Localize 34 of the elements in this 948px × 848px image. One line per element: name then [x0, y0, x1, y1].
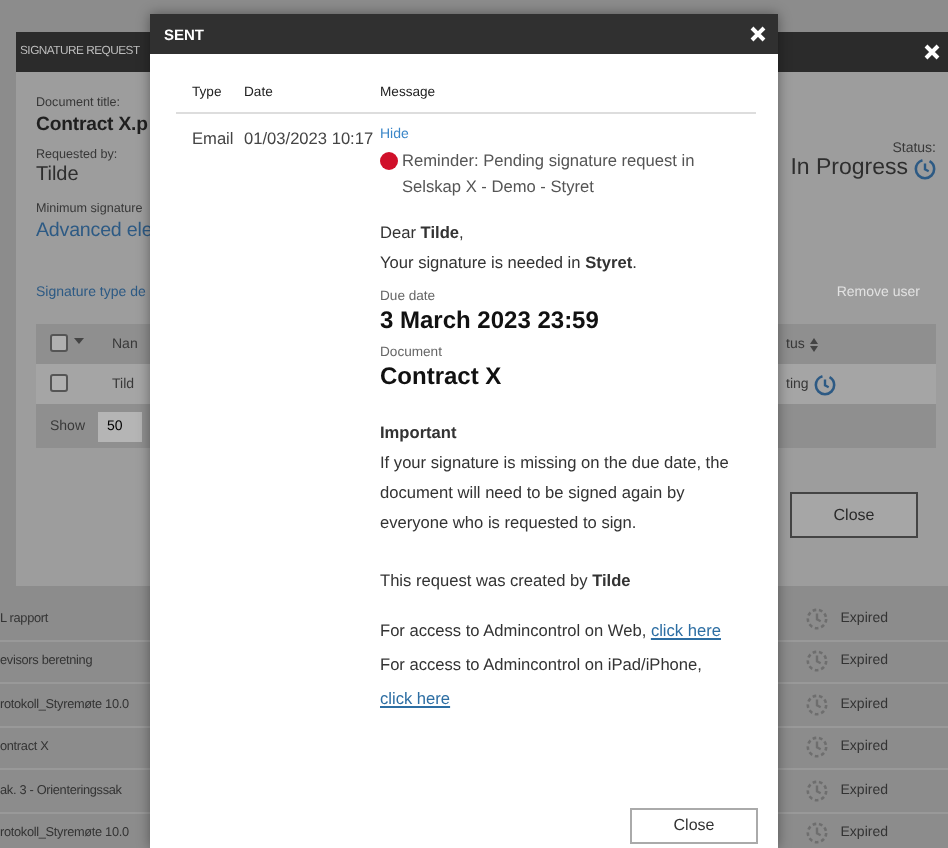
checkbox[interactable]: [50, 333, 68, 351]
expired-icon: [806, 693, 829, 716]
document-title: Contract X.p: [36, 114, 150, 136]
field-value: Contract X: [380, 362, 504, 390]
table-cell-text: 01/03/2023 10:17: [244, 128, 376, 152]
progress-icon: [914, 157, 936, 179]
message-text: For access to Admincontrol on iPad/iPhone, click here: [380, 652, 704, 712]
expired-icon: [806, 650, 829, 673]
status-text: In Progress: [790, 156, 908, 180]
checkbox[interactable]: [50, 373, 68, 391]
close-icon[interactable]: [750, 26, 766, 42]
expired-icon: [806, 779, 829, 802]
progress-icon: [814, 373, 837, 395]
expired-icon: [806, 607, 829, 630]
close-button[interactable]: Close: [630, 808, 758, 844]
link[interactable]: click here: [380, 688, 451, 708]
requester-name: Tilde: [36, 164, 81, 186]
close-icon[interactable]: [924, 44, 940, 60]
field-value: 3 March 2023 23:59: [380, 306, 601, 334]
link[interactable]: click here: [650, 620, 721, 640]
caret-icon[interactable]: [74, 338, 84, 346]
sort-icon[interactable]: [810, 337, 819, 351]
expired-icon: [806, 822, 829, 845]
expired-icon: [806, 736, 829, 759]
message-text: Your signature is needed in Styret.: [380, 250, 639, 276]
status-dot-icon: [380, 152, 398, 170]
notice-heading: Important: [380, 420, 459, 446]
message-text: This request was created by Tilde: [380, 568, 633, 594]
message-subject: Reminder: Pending signature request in Selskap X - Demo - Styret: [402, 148, 697, 200]
table-cell-text: Email: [192, 128, 236, 152]
close-button[interactable]: Close: [790, 492, 918, 538]
message-text: Dear Tilde,: [380, 220, 466, 246]
notice-text: If your signature is missing on the due date, the document will need to be signed again by everyone who is requested to sign.: [380, 450, 731, 536]
message-text: For access to Admincontrol on Web, click here: [380, 618, 723, 644]
